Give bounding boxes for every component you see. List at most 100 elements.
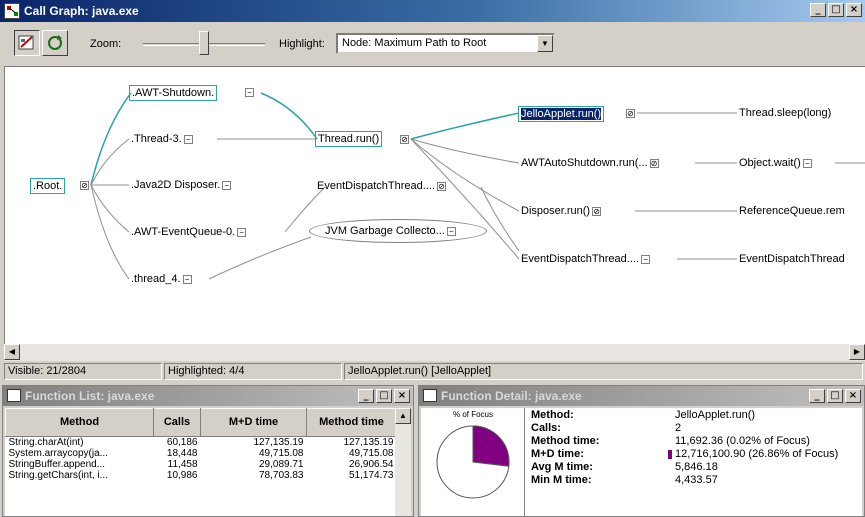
horizontal-scrollbar[interactable]: ◀ ▶ xyxy=(4,344,865,361)
table-cell: String.getChars(int, i... xyxy=(8,470,108,481)
graph-node-jvm-gc[interactable]: JVM Garbage Collecto... − xyxy=(323,224,458,238)
column-header-calls[interactable]: Calls xyxy=(153,408,201,437)
graph-node-java2d[interactable]: .Java2D Disposer. − xyxy=(129,178,233,192)
graph-node-edt-mid[interactable]: EventDispatchThread.... ⊘ xyxy=(315,179,448,193)
column-header-method[interactable]: Method xyxy=(5,408,154,437)
collapse-toggle[interactable]: − xyxy=(182,274,192,284)
expand-toggle[interactable]: ⊘ xyxy=(626,109,635,118)
detail-value: 12,716,100.90 (26.86% of Focus) xyxy=(675,448,839,460)
table-cell: 78,703.83 xyxy=(259,470,304,481)
scroll-left-button[interactable]: ◀ xyxy=(4,344,20,360)
expand-toggle[interactable]: ⊘ xyxy=(400,135,409,144)
minimize-button[interactable]: _ xyxy=(358,389,374,403)
graph-node-disposer-run[interactable]: Disposer.run() ⊘ xyxy=(519,204,603,218)
maximize-button[interactable]: □ xyxy=(376,389,392,403)
function-detail-title: Function Detail: java.exe xyxy=(441,389,582,403)
status-visible: Visible: 21/2804 xyxy=(4,363,162,380)
column-header-md-time[interactable]: M+D time xyxy=(200,408,307,437)
function-detail-window: Function Detail: java.exe _ □ × % of Foc… xyxy=(418,385,865,517)
function-list-window: Function List: java.exe _ □ × Method Cal… xyxy=(2,385,414,517)
highlight-select[interactable]: Node: Maximum Path to Root ▼ xyxy=(336,33,555,54)
graph-node-refqueue[interactable]: ReferenceQueue.rem xyxy=(737,204,847,218)
minimize-button[interactable]: _ xyxy=(810,3,826,17)
table-cell: 127,135.19 xyxy=(343,437,394,448)
graph-node-awt-eventqueue[interactable]: .AWT-EventQueue-0. − xyxy=(129,225,248,239)
focus-pie-chart xyxy=(436,425,510,499)
zoom-slider-thumb[interactable] xyxy=(199,31,209,55)
table-cell: System.arraycopy(ja... xyxy=(8,448,108,459)
graph-node-thread-sleep[interactable]: Thread.sleep(long) xyxy=(737,106,833,120)
graph-node-awt-auto[interactable]: AWTAutoShutdown.run(... ⊘ xyxy=(519,156,661,170)
table-row[interactable]: System.arraycopy(ja... 18,448 49,715.08 … xyxy=(6,448,397,459)
expand-toggle[interactable]: ⊘ xyxy=(649,158,659,168)
table-row[interactable]: StringBuffer.append... 11,458 29,089.71 … xyxy=(6,459,397,470)
status-highlighted: Highlighted: 4/4 xyxy=(164,363,342,380)
graph-node-object-wait[interactable]: Object.wait() − xyxy=(737,156,814,170)
collapse-toggle[interactable]: − xyxy=(446,226,456,236)
maximize-button[interactable]: □ xyxy=(828,3,844,17)
table-cell: 11,458 xyxy=(167,459,198,470)
column-header-method-time[interactable]: Method time xyxy=(306,408,397,437)
window-title: Call Graph: java.exe xyxy=(24,4,139,18)
table-row[interactable]: String.charAt(int) 60,186 127,135.19 127… xyxy=(6,437,397,449)
toolbar: Zoom: Highlight: Node: Maximum Path to R… xyxy=(0,22,865,64)
graph-node-thread4[interactable]: .thread_4. − xyxy=(129,272,194,286)
collapse-toggle[interactable]: − xyxy=(183,134,193,144)
close-button[interactable]: × xyxy=(394,389,410,403)
scroll-right-button[interactable]: ▶ xyxy=(849,344,865,360)
detail-row-avg-m-time: Avg M time: 5,846.18 xyxy=(527,461,862,473)
function-detail-titlebar: Function Detail: java.exe _ □ × xyxy=(419,386,864,406)
minimize-button[interactable]: _ xyxy=(809,389,825,403)
collapse-toggle[interactable]: − xyxy=(222,180,232,190)
graph-node-jello-run[interactable]: JelloApplet.run() xyxy=(518,106,605,122)
function-table: Method Calls M+D time Method time String… xyxy=(5,408,397,481)
collapse-toggle[interactable]: − xyxy=(802,158,812,168)
table-cell: 60,186 xyxy=(166,437,198,448)
graph-node-edt-far[interactable]: EventDispatchThread xyxy=(737,252,847,266)
graph-edit-icon xyxy=(18,35,34,50)
node-label: .AWT-EventQueue-0. xyxy=(131,226,236,238)
detail-label: Avg M time: xyxy=(531,461,593,473)
node-label: Thread.sleep(long) xyxy=(739,107,832,119)
close-button[interactable]: × xyxy=(845,389,861,403)
expand-toggle[interactable]: ⊘ xyxy=(80,181,89,190)
pie-label: % of Focus xyxy=(452,410,493,419)
scroll-up-button[interactable]: ▲ xyxy=(395,408,411,424)
detail-label: M+D time: xyxy=(531,448,584,460)
vertical-scrollbar[interactable]: ▲ xyxy=(395,408,411,516)
refresh-button[interactable] xyxy=(42,30,68,56)
detail-value: 2 xyxy=(675,422,682,434)
graph-node-awt-shutdown[interactable]: .AWT-Shutdown. xyxy=(129,85,218,101)
detail-label: Method: xyxy=(531,409,574,421)
chevron-down-icon[interactable]: ▼ xyxy=(537,35,553,52)
node-label: EventDispatchThread.... xyxy=(317,180,436,192)
graph-node-thread-run[interactable]: Thread.run() xyxy=(315,131,383,147)
detail-label: Method time: xyxy=(531,435,600,447)
table-cell: 51,174.73 xyxy=(349,470,394,481)
call-graph-icon xyxy=(4,3,20,19)
expand-toggle[interactable]: ⊘ xyxy=(592,206,602,216)
close-button[interactable]: × xyxy=(846,3,862,17)
node-label: .Java2D Disposer. xyxy=(131,179,221,191)
detail-row-method-time: Method time: 11,692.36 (0.02% of Focus) xyxy=(527,435,862,447)
collapse-toggle[interactable]: − xyxy=(237,227,247,237)
detail-value: JelloApplet.run() xyxy=(675,409,756,421)
node-label: .AWT-Shutdown. xyxy=(132,87,215,99)
collapse-toggle[interactable]: − xyxy=(641,254,651,264)
node-label: ReferenceQueue.rem xyxy=(739,205,845,217)
table-cell: 49,715.08 xyxy=(349,448,394,459)
table-row[interactable]: String.getChars(int, i... 10,986 78,703.… xyxy=(6,470,397,481)
graph-node-thread3[interactable]: .Thread-3. − xyxy=(129,132,195,146)
graph-options-button[interactable] xyxy=(14,30,40,56)
graph-node-root[interactable]: .Root. xyxy=(30,178,66,194)
status-bar: Visible: 21/2804 Highlighted: 4/4 JelloA… xyxy=(0,362,865,381)
call-graph-canvas[interactable]: .Root. ⊘ .AWT-Shutdown. − .Thread-3. − .J… xyxy=(4,66,865,344)
table-cell: 127,135.19 xyxy=(253,437,304,448)
collapse-toggle[interactable]: − xyxy=(245,88,254,97)
maximize-button[interactable]: □ xyxy=(827,389,843,403)
graph-node-edt-right[interactable]: EventDispatchThread.... − xyxy=(519,252,652,266)
detail-row-calls: Calls: 2 xyxy=(527,422,862,434)
table-cell: StringBuffer.append... xyxy=(8,459,106,470)
expand-toggle[interactable]: ⊘ xyxy=(437,181,447,191)
pie-slice-focus xyxy=(472,425,510,467)
